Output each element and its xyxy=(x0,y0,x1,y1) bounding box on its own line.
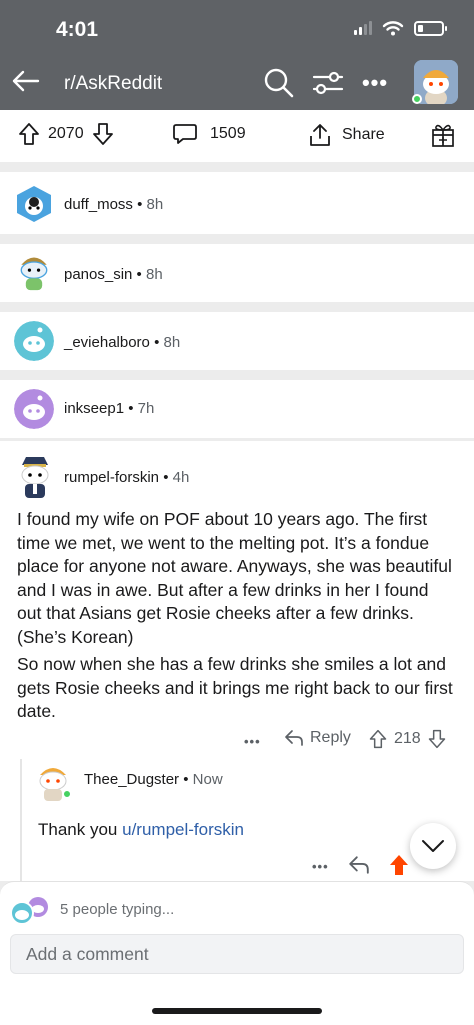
back-arrow-icon[interactable] xyxy=(8,64,42,98)
upvote-arrow-icon[interactable] xyxy=(18,122,40,146)
vote-group: 2070 xyxy=(18,122,114,146)
chevron-down-icon xyxy=(422,840,444,852)
username[interactable]: panos_sin xyxy=(64,266,132,283)
share-icon xyxy=(310,124,330,146)
reply-label: Reply xyxy=(310,729,351,746)
collapsed-comment[interactable]: panos_sin • 8h xyxy=(0,244,474,302)
upvote-count: 2070 xyxy=(48,125,84,142)
username[interactable]: duff_moss xyxy=(64,196,133,213)
comment-vote-count: 218 xyxy=(394,730,421,747)
user-avatar[interactable] xyxy=(14,453,56,499)
comment-meta: inkseep1 • 7h xyxy=(64,400,155,417)
comment-meta: panos_sin • 8h xyxy=(64,266,163,283)
reply-arrow-icon xyxy=(285,730,303,746)
subreddit-title[interactable]: r/AskReddit xyxy=(64,73,162,95)
wifi-icon xyxy=(382,21,404,36)
reply-body: Thank you u/rumpel-forskin xyxy=(38,820,244,840)
more-options-icon[interactable]: ••• xyxy=(244,734,261,749)
upvote-arrow-icon[interactable] xyxy=(368,729,388,749)
status-icons xyxy=(354,20,447,36)
username[interactable]: Thee_Dugster xyxy=(84,771,179,788)
next-comment-button[interactable] xyxy=(410,823,456,869)
battery-icon xyxy=(414,20,447,36)
share-button[interactable]: Share xyxy=(308,122,385,148)
timestamp: Now xyxy=(192,771,223,788)
username[interactable]: _eviehalboro xyxy=(64,334,150,351)
more-icon[interactable]: ••• xyxy=(360,70,390,95)
comment-composer: 5 people typing... Add a comment xyxy=(0,881,474,1025)
expanded-comment: rumpel-forskin • 4h I found my wife on P… xyxy=(0,441,474,881)
typing-avatars-icon xyxy=(10,897,48,925)
filter-icon[interactable] xyxy=(312,68,344,98)
more-options-icon[interactable]: ••• xyxy=(312,859,329,874)
default-snoo-avatar xyxy=(14,389,54,429)
timestamp: 8h xyxy=(163,334,181,351)
user-mention-link[interactable]: u/rumpel-forskin xyxy=(122,820,244,839)
share-label: Share xyxy=(342,126,385,143)
thread-line[interactable] xyxy=(20,759,22,881)
award-button[interactable] xyxy=(430,122,456,148)
online-status-indicator xyxy=(62,789,72,799)
status-time: 4:01 xyxy=(56,18,99,41)
gift-award-icon xyxy=(432,124,454,147)
timestamp: 8h xyxy=(145,266,163,283)
timestamp: 8h xyxy=(146,196,164,213)
timestamp: 7h xyxy=(137,400,155,417)
comment-meta: duff_moss • 8h xyxy=(64,196,164,213)
add-comment-input[interactable]: Add a comment xyxy=(10,934,464,974)
collapsed-comment[interactable]: duff_moss • 8h xyxy=(0,172,474,234)
comment-paragraph: So now when she has a few drinks she smi… xyxy=(17,654,453,721)
reply-button[interactable]: Reply xyxy=(284,729,351,747)
username[interactable]: rumpel-forskin xyxy=(64,469,159,486)
search-icon[interactable] xyxy=(262,66,296,100)
typing-indicator: 5 people typing... xyxy=(60,901,175,918)
collapsed-comment[interactable]: inkseep1 • 7h xyxy=(0,380,474,438)
comment-vote-group: 218 xyxy=(368,729,447,749)
comment-bubble-icon xyxy=(173,124,197,144)
user-avatar xyxy=(20,257,48,291)
comment-meta: _eviehalboro • 8h xyxy=(64,334,181,351)
online-status-indicator xyxy=(412,94,422,104)
downvote-arrow-icon[interactable] xyxy=(92,122,114,146)
home-indicator[interactable] xyxy=(152,1008,322,1014)
comment-count: 1509 xyxy=(210,125,246,142)
reply-text: Thank you xyxy=(38,820,123,839)
comment-paragraph: I found my wife on POF about 10 years ag… xyxy=(17,509,452,647)
user-avatar xyxy=(17,186,51,222)
timestamp: 4h xyxy=(172,469,190,486)
downvote-arrow-icon[interactable] xyxy=(427,729,447,749)
reply-arrow-icon[interactable] xyxy=(348,855,370,875)
reply-meta: Thee_Dugster • Now xyxy=(84,771,223,788)
post-action-bar: 2070 1509 Share xyxy=(0,110,474,162)
collapsed-comment[interactable]: _eviehalboro • 8h xyxy=(0,312,474,370)
username[interactable]: inkseep1 xyxy=(64,400,124,417)
comment-meta: rumpel-forskin • 4h xyxy=(64,469,190,486)
cellular-signal-icon xyxy=(354,21,372,35)
comment-actions: ••• Reply 218 xyxy=(0,725,474,757)
comments-button[interactable]: 1509 xyxy=(172,122,246,146)
top-header: 4:01 r/AskReddit ••• xyxy=(0,0,474,110)
upvote-arrow-icon-active[interactable] xyxy=(388,853,410,877)
default-snoo-avatar xyxy=(14,321,54,361)
reply-comment: Thee_Dugster • Now Thank you u/rumpel-fo… xyxy=(0,759,474,881)
